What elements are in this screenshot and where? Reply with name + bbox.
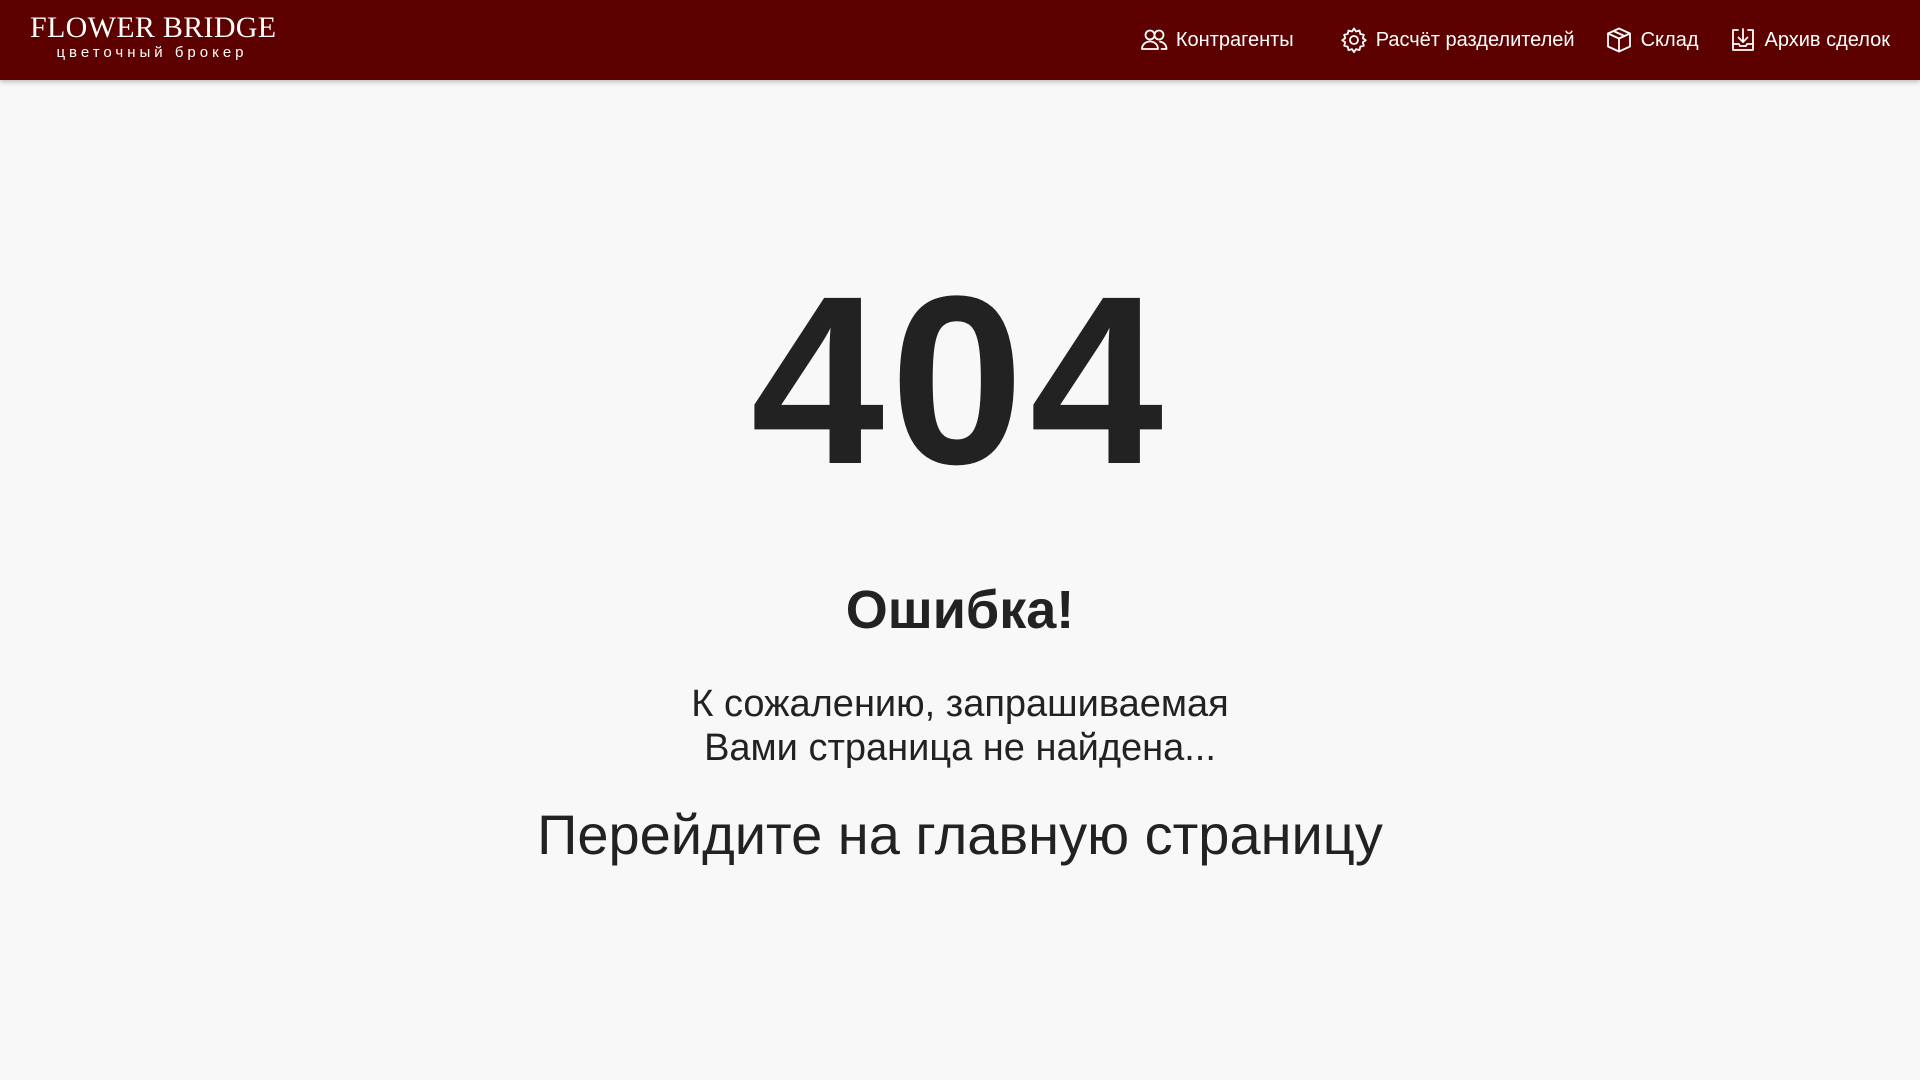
nav-label-deals-archive: Архив сделок: [1764, 28, 1891, 51]
error-title: Ошибка!: [845, 580, 1075, 640]
error-message: К сожалению, запрашиваемая Вами страница…: [0, 682, 1920, 770]
home-link[interactable]: Перейдите на главную страницу: [0, 800, 1920, 870]
gear-icon: [1338, 24, 1370, 56]
error-code: 404: [750, 246, 1170, 514]
nav-item-warehouse[interactable]: Склад: [1603, 24, 1699, 56]
users-icon: [1138, 24, 1170, 56]
nav-item-separators[interactable]: Расчёт разделителей: [1338, 24, 1575, 56]
logo-subtitle: цветочный брокер: [56, 44, 248, 61]
error-message-line-2: Вами страница не найдена...: [704, 727, 1216, 769]
error-message-line-1: К сожалению, запрашиваемая: [691, 683, 1229, 725]
nav-label-warehouse: Склад: [1640, 28, 1699, 51]
box-icon: [1603, 24, 1635, 56]
top-header: FLOWER BRIDGE цветочный брокер Контраген…: [0, 0, 1920, 80]
nav-label-separators: Расчёт разделителей: [1375, 28, 1575, 51]
logo[interactable]: FLOWER BRIDGE цветочный брокер: [30, 11, 277, 64]
main-nav: Контрагенты Расчёт разделителей Склад Ар…: [1138, 0, 1890, 80]
archive-download-icon: [1727, 24, 1759, 56]
nav-label-counterparties: Контрагенты: [1175, 28, 1294, 51]
logo-title: FLOWER BRIDGE: [30, 11, 277, 44]
nav-item-counterparties[interactable]: Контрагенты: [1138, 24, 1294, 56]
nav-item-deals-archive[interactable]: Архив сделок: [1727, 24, 1891, 56]
